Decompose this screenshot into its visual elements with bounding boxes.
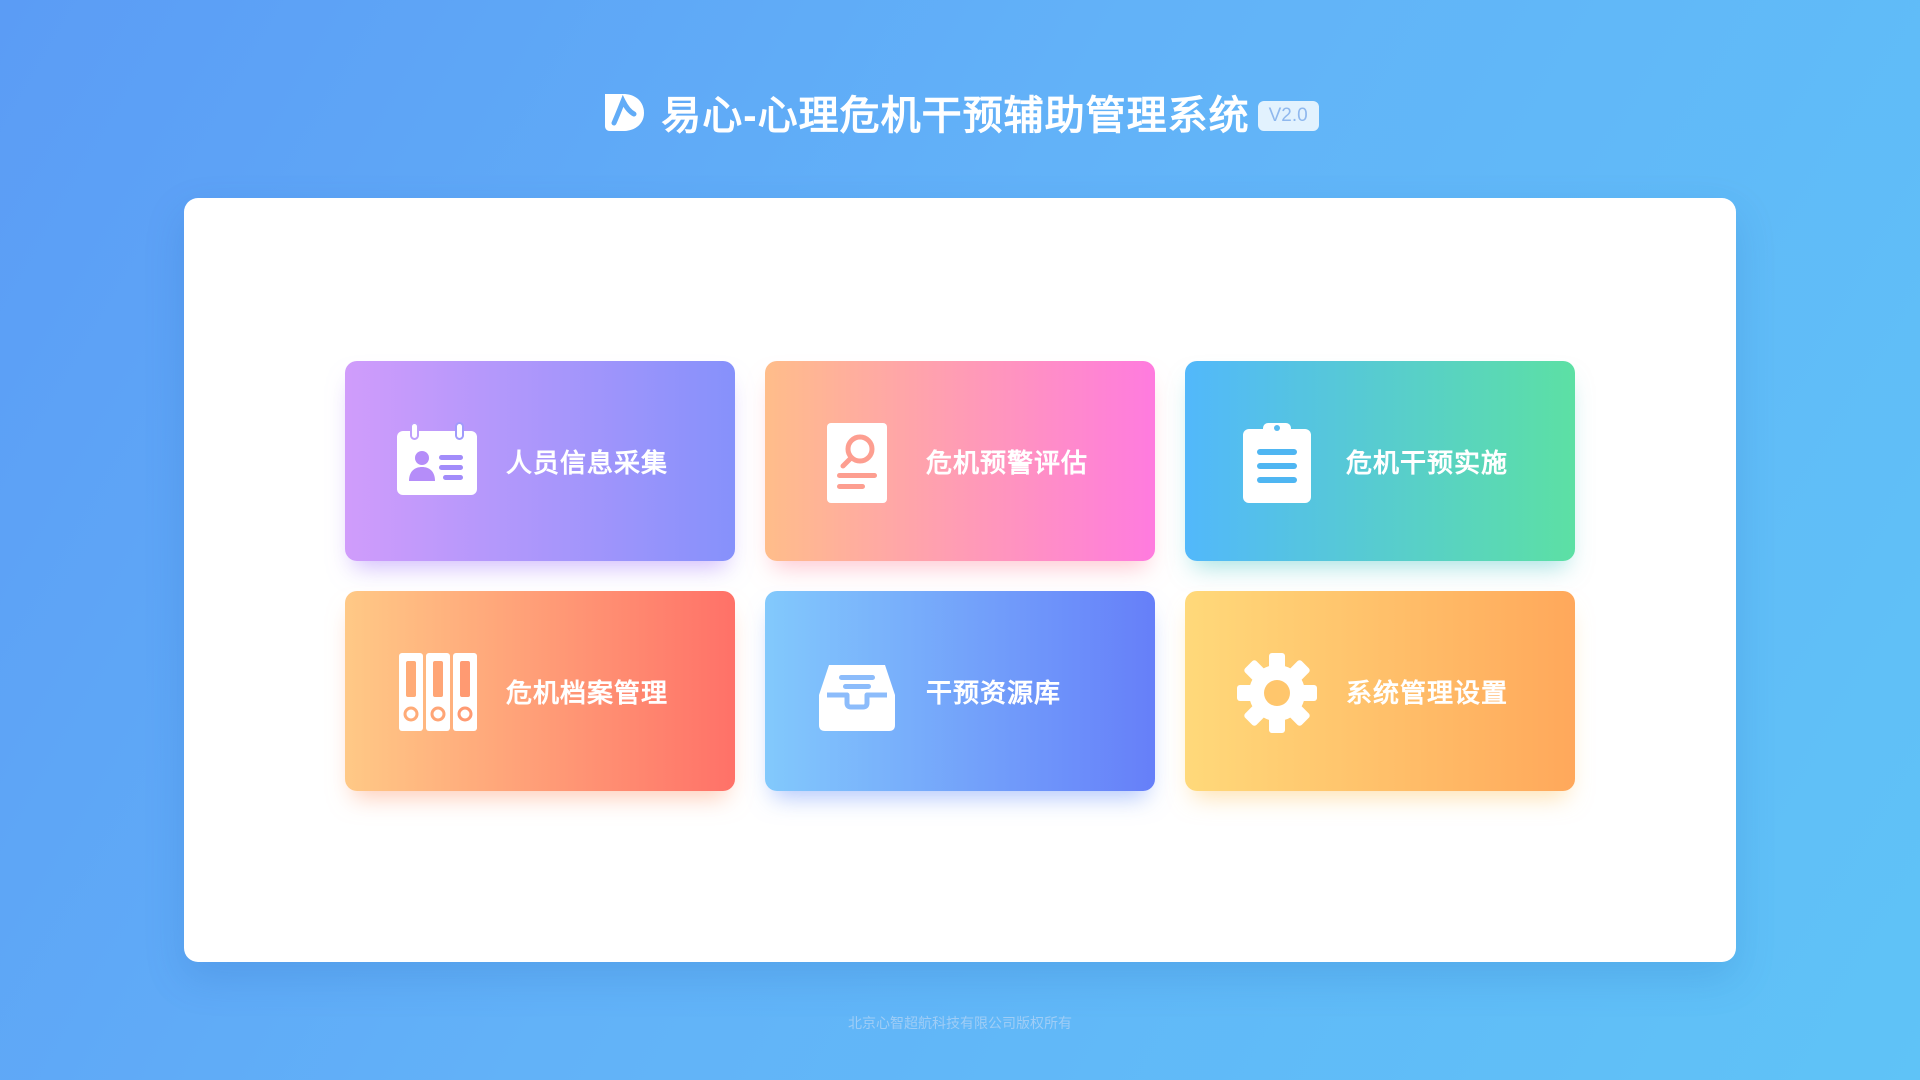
search-document-icon bbox=[827, 423, 887, 503]
module-card-system-settings[interactable]: 系统管理设置 bbox=[1185, 591, 1575, 791]
copyright-footer: 北京心智超航科技有限公司版权所有 bbox=[848, 1015, 1072, 1031]
module-label: 系统管理设置 bbox=[1346, 678, 1509, 708]
module-label: 干预资源库 bbox=[926, 678, 1062, 708]
module-card-personnel-info[interactable]: 人员信息采集 bbox=[345, 361, 735, 561]
module-card-crisis-warning[interactable]: 危机预警评估 bbox=[765, 361, 1155, 561]
binders-icon bbox=[399, 653, 477, 731]
gear-icon bbox=[1237, 653, 1317, 733]
id-card-icon bbox=[397, 422, 477, 495]
module-label: 危机干预实施 bbox=[1346, 448, 1509, 478]
module-card-crisis-intervention[interactable]: 危机干预实施 bbox=[1185, 361, 1575, 561]
version-badge: V2.0 bbox=[1257, 101, 1319, 131]
module-label: 人员信息采集 bbox=[506, 448, 669, 478]
app-title: 易心-心理危机干预辅助管理系统 bbox=[661, 94, 1250, 138]
heart-d-logo-icon bbox=[605, 94, 645, 131]
header: 易心-心理危机干预辅助管理系统 V2.0 bbox=[0, 86, 1920, 138]
module-label: 危机预警评估 bbox=[926, 448, 1089, 478]
module-grid: 人员信息采集 危机预警评估 危机干预实施 危机档案管理 干预资源库 系统管理设置 bbox=[345, 361, 1575, 791]
clipboard-icon bbox=[1243, 423, 1311, 503]
module-label: 危机档案管理 bbox=[506, 678, 669, 708]
main-panel: 人员信息采集 危机预警评估 危机干预实施 危机档案管理 干预资源库 系统管理设置 bbox=[184, 198, 1736, 962]
module-card-crisis-archive[interactable]: 危机档案管理 bbox=[345, 591, 735, 791]
module-card-resource-library[interactable]: 干预资源库 bbox=[765, 591, 1155, 791]
inbox-tray-icon bbox=[819, 665, 895, 731]
